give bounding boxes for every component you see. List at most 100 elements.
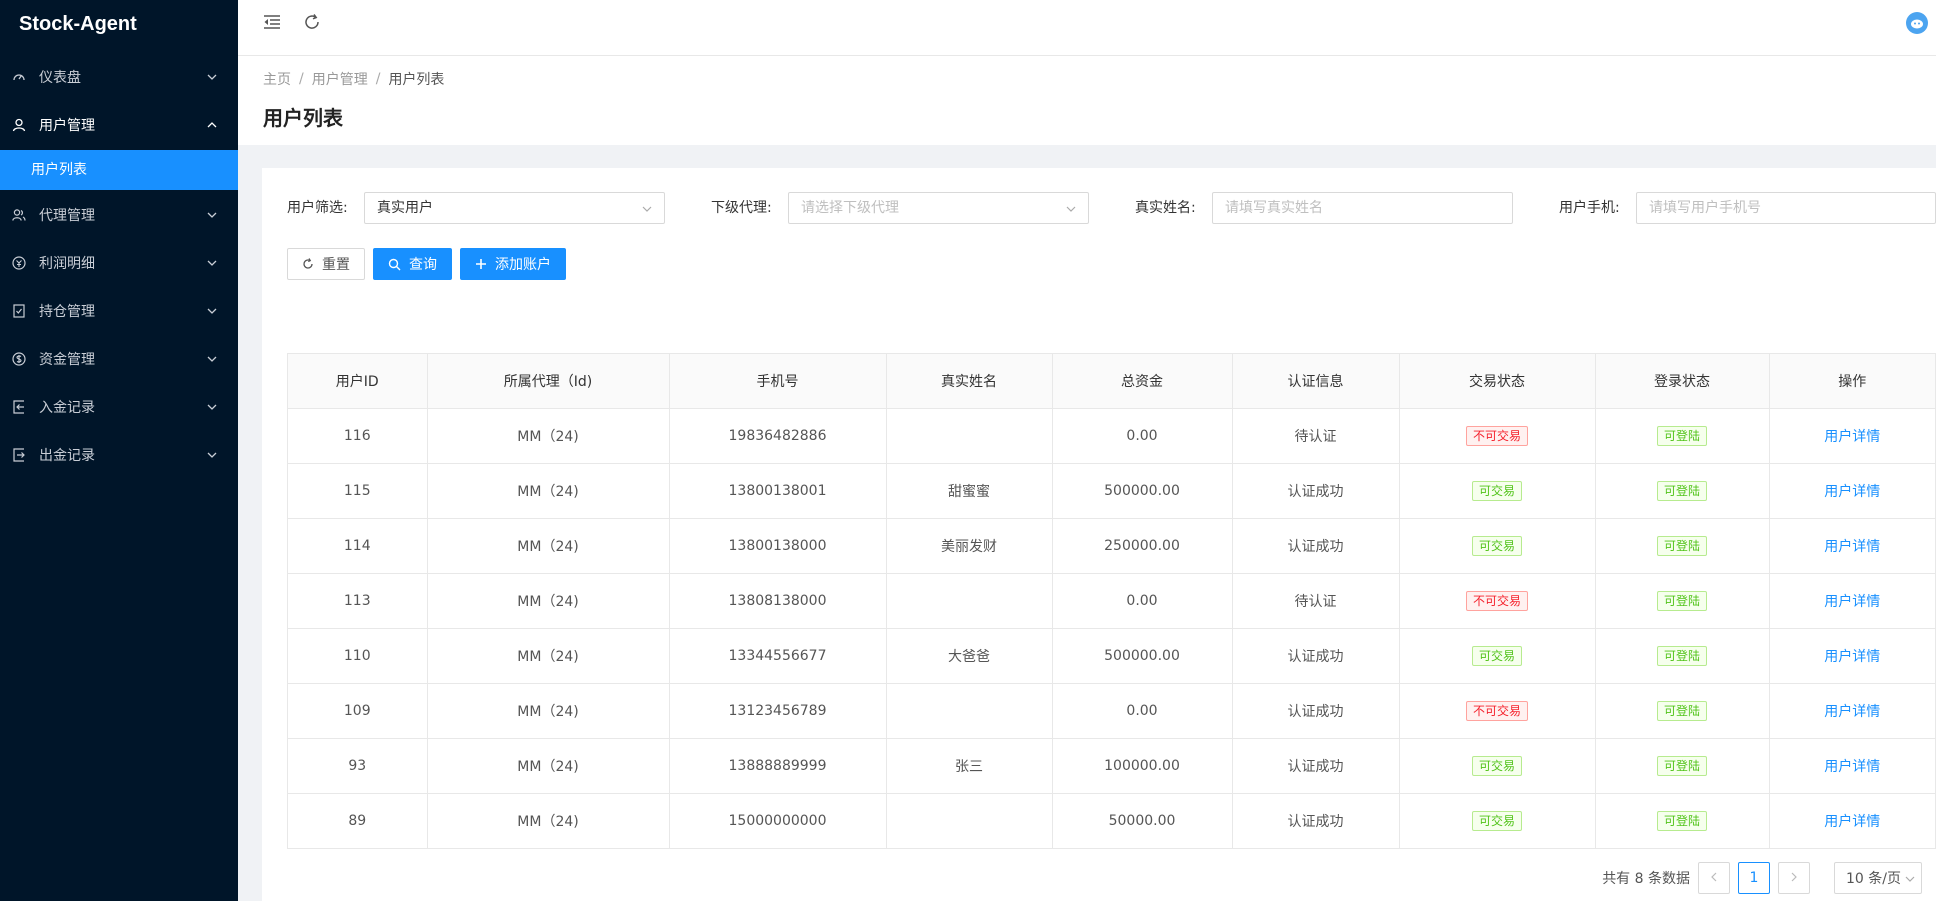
fund-icon: [8, 351, 30, 367]
user-filter-select[interactable]: 真实用户: [364, 192, 665, 224]
position-icon: [8, 303, 30, 319]
breadcrumb-user-management[interactable]: 用户管理: [312, 69, 368, 89]
cell-user-id: 113: [288, 573, 428, 629]
brand-logo: Stock-Agent: [19, 13, 137, 35]
cell-user-id: 115: [288, 463, 428, 519]
cell-auth-info: 认证成功: [1232, 683, 1400, 739]
column-header: 交易状态: [1399, 354, 1596, 409]
table-row: 89 MM（24) 15000000000 50000.00 认证成功 可交易 …: [288, 793, 1935, 848]
sidebar-item-user-management[interactable]: 用户管理: [0, 101, 238, 149]
sidebar-item-label: 持仓管理: [39, 304, 95, 320]
sidebar-item-fund-management[interactable]: 资金管理: [0, 335, 238, 383]
column-header: 所属代理（Id): [427, 354, 670, 409]
refresh-icon[interactable]: [300, 10, 324, 34]
cell-user-id: 116: [288, 408, 428, 464]
deposit-icon: [8, 399, 30, 415]
cell-user-id: 114: [288, 518, 428, 574]
cell-user-id: 109: [288, 683, 428, 739]
user-detail-link[interactable]: 用户详情: [1824, 539, 1880, 555]
trade-status-badge: 不可交易: [1465, 590, 1528, 611]
cell-login-status: 可登陆: [1595, 793, 1770, 848]
chevron-down-icon: [204, 447, 220, 463]
login-status-badge: 可登陆: [1656, 425, 1707, 446]
prev-page-button[interactable]: [1698, 862, 1730, 894]
column-header: 登录状态: [1595, 354, 1770, 409]
login-status-badge: 可登陆: [1656, 645, 1707, 666]
add-account-button[interactable]: 添加账户: [460, 248, 566, 280]
user-icon: [8, 117, 30, 133]
login-status-badge: 可登陆: [1656, 480, 1707, 501]
cell-phone: 13888889999: [669, 738, 887, 794]
avatar[interactable]: [1906, 12, 1928, 34]
real-name-field-wrap: [1212, 192, 1513, 224]
real-name-label: 真实姓名:: [1135, 200, 1196, 216]
search-button[interactable]: 查询: [373, 248, 452, 280]
sidebar-item-withdraw-records[interactable]: 出金记录: [0, 431, 238, 479]
reset-button[interactable]: 重置: [287, 248, 365, 280]
breadcrumb-home[interactable]: 主页: [263, 69, 291, 89]
next-page-button[interactable]: [1778, 862, 1810, 894]
user-detail-link[interactable]: 用户详情: [1824, 759, 1880, 775]
pagination-total: 共有 8 条数据: [1602, 871, 1690, 887]
sidebar-item-agent-management[interactable]: 代理管理: [0, 191, 238, 239]
cell-agent: MM（24): [427, 683, 670, 739]
trade-status-badge: 不可交易: [1465, 700, 1528, 721]
column-header: 用户ID: [288, 354, 428, 409]
sidebar-item-label: 用户管理: [39, 118, 95, 134]
cell-total-funds: 0.00: [1052, 573, 1233, 629]
table-row: 113 MM（24) 13808138000 0.00 待认证 不可交易 可登陆…: [288, 573, 1935, 629]
column-header: 总资金: [1052, 354, 1233, 409]
cell-login-status: 可登陆: [1595, 738, 1770, 794]
content-card: 用户筛选: 真实用户 下级代理: 请选择下级代理 真实姓名: 用户手机: 重置 …: [262, 168, 1936, 901]
cell-auth-info: 待认证: [1232, 573, 1400, 629]
real-name-input[interactable]: [1225, 193, 1500, 223]
user-detail-link[interactable]: 用户详情: [1824, 704, 1880, 720]
user-filter-label: 用户筛选:: [287, 200, 348, 216]
user-detail-link[interactable]: 用户详情: [1824, 429, 1880, 445]
user-detail-link[interactable]: 用户详情: [1824, 594, 1880, 610]
cell-trade-status: 不可交易: [1399, 573, 1596, 629]
phone-input[interactable]: [1649, 193, 1923, 223]
breadcrumb: 主页 / 用户管理 / 用户列表: [263, 56, 1936, 89]
cell-action: 用户详情: [1769, 408, 1935, 464]
top-header: [238, 0, 1936, 56]
cell-action: 用户详情: [1769, 793, 1935, 848]
column-header: 认证信息: [1232, 354, 1400, 409]
sidebar-item-dashboard[interactable]: 仪表盘: [0, 53, 238, 101]
user-detail-link[interactable]: 用户详情: [1824, 814, 1880, 830]
chevron-left-icon: [1711, 870, 1717, 886]
sidebar-subitem-user-list[interactable]: 用户列表: [0, 150, 238, 190]
menu-fold-icon[interactable]: [260, 10, 284, 34]
chevron-right-icon: [1791, 870, 1797, 886]
sub-agent-select[interactable]: 请选择下级代理: [788, 192, 1089, 224]
chevron-up-icon: [204, 117, 220, 133]
trade-status-badge: 可交易: [1471, 810, 1522, 831]
trade-status-badge: 可交易: [1471, 535, 1522, 556]
cell-total-funds: 0.00: [1052, 683, 1233, 739]
chevron-down-icon: [204, 69, 220, 85]
page-size-select[interactable]: 10 条/页: [1834, 862, 1922, 894]
chevron-down-icon: [204, 303, 220, 319]
sidebar-item-deposit-records[interactable]: 入金记录: [0, 383, 238, 431]
user-detail-link[interactable]: 用户详情: [1824, 484, 1880, 500]
cell-agent: MM（24): [427, 518, 670, 574]
sidebar-item-label: 仪表盘: [39, 70, 81, 86]
sidebar-item-profit-detail[interactable]: 利润明细: [0, 239, 238, 287]
page-header: 主页 / 用户管理 / 用户列表 用户列表: [238, 56, 1936, 145]
sidebar-item-position-management[interactable]: 持仓管理: [0, 287, 238, 335]
chevron-down-icon: [204, 255, 220, 271]
page-button[interactable]: 1: [1738, 862, 1770, 894]
cell-agent: MM（24): [427, 408, 670, 464]
sub-agent-label: 下级代理:: [711, 200, 772, 216]
table-row: 110 MM（24) 13344556677 大爸爸 500000.00 认证成…: [288, 628, 1935, 684]
trade-status-badge: 可交易: [1471, 480, 1522, 501]
sidebar: Stock-Agent 仪表盘 用户管理 用户列表 代理管理 利润明细 持仓管理…: [0, 0, 238, 901]
user-table: 用户ID 所属代理（Id) 手机号 真实姓名 总资金 认证信息 交易状态 登录状…: [287, 353, 1936, 849]
cell-real-name: [886, 793, 1053, 848]
cell-real-name: 甜蜜蜜: [886, 463, 1053, 519]
action-bar: 重置 查询 添加账户: [287, 248, 574, 280]
user-detail-link[interactable]: 用户详情: [1824, 649, 1880, 665]
cell-trade-status: 可交易: [1399, 793, 1596, 848]
cell-phone: 13344556677: [669, 628, 887, 684]
search-button-label: 查询: [409, 257, 437, 273]
